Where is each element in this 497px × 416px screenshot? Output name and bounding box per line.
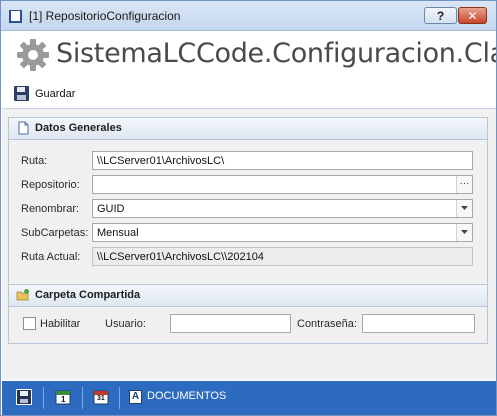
usuario-label: Usuario: [105,318,146,330]
ruta-label: Ruta: [21,155,48,167]
subcarpetas-label: SubCarpetas: [21,227,89,239]
toolbar-separator [82,387,83,409]
save-button[interactable]: Guardar [35,88,75,100]
floppy-disk-icon[interactable] [14,86,29,101]
carpeta-compartida-title: Carpeta Compartida [35,289,141,301]
datos-generales-header: Datos Generales [9,118,487,140]
renombrar-select[interactable]: GUID [92,199,473,218]
datos-generales-group: Datos Generales Ruta: \\LCServer01\Archi… [8,117,488,285]
carpeta-compartida-header: Carpeta Compartida [9,285,487,307]
ruta-actual-field: \\LCServer01\ArchivosLC\\202104 [92,247,473,266]
toolbar-separator [43,387,44,409]
documents-icon[interactable]: A [129,390,142,404]
window-title: [1] RepositorioConfiguracion [29,9,181,23]
usuario-field[interactable] [170,314,291,333]
repositorio-field[interactable]: ··· [92,175,473,194]
habilitar-label[interactable]: Habilitar [40,318,80,330]
habilitar-checkbox[interactable] [23,317,36,330]
form-header: SistemaLCCode.Configuracion.Clases.R [2,32,496,82]
renombrar-value: GUID [97,203,125,215]
documentos-button[interactable]: DOCUMENTOS [147,390,226,402]
renombrar-label: Renombrar: [21,203,80,215]
bottom-toolbar: 1 31 A DOCUMENTOS [2,381,496,415]
browse-button[interactable]: ··· [456,176,472,193]
chevron-down-icon[interactable] [456,200,472,217]
calendar-day-icon[interactable]: 1 [54,388,72,406]
toolbar-separator [119,387,120,409]
subcarpetas-value: Mensual [97,227,139,239]
help-button[interactable]: ? [424,7,457,24]
carpeta-compartida-group: Carpeta Compartida Habilitar Usuario: Co… [8,284,488,344]
ruta-actual-label: Ruta Actual: [21,251,81,263]
calendar-day-number: 1 [61,395,66,404]
page-title: SistemaLCCode.Configuracion.Clases.R [56,38,496,69]
datos-generales-title: Datos Generales [35,122,122,134]
ruta-field[interactable]: \\LCServer01\ArchivosLC\ [92,151,473,170]
calendar-month-number: 31 [97,395,105,402]
toolbar: Guardar [2,83,496,107]
floppy-disk-icon[interactable] [16,389,32,405]
title-bar: [1] RepositorioConfiguracion ? ✕ [1,1,496,31]
repositorio-configuracion-window: [1] RepositorioConfiguracion ? ✕ Sistema… [0,0,497,416]
contrasena-label: Contraseña: [297,318,357,330]
contrasena-field[interactable] [362,314,475,333]
folder-icon [16,289,29,301]
repositorio-label: Repositorio: [21,179,80,191]
document-icon [18,121,29,135]
app-window-icon [9,10,22,23]
form-content: Datos Generales Ruta: \\LCServer01\Archi… [2,108,496,380]
gear-icon [17,39,49,71]
calendar-month-icon[interactable]: 31 [92,388,110,406]
subcarpetas-select[interactable]: Mensual [92,223,473,242]
chevron-down-icon[interactable] [456,224,472,241]
close-button[interactable]: ✕ [458,7,487,24]
